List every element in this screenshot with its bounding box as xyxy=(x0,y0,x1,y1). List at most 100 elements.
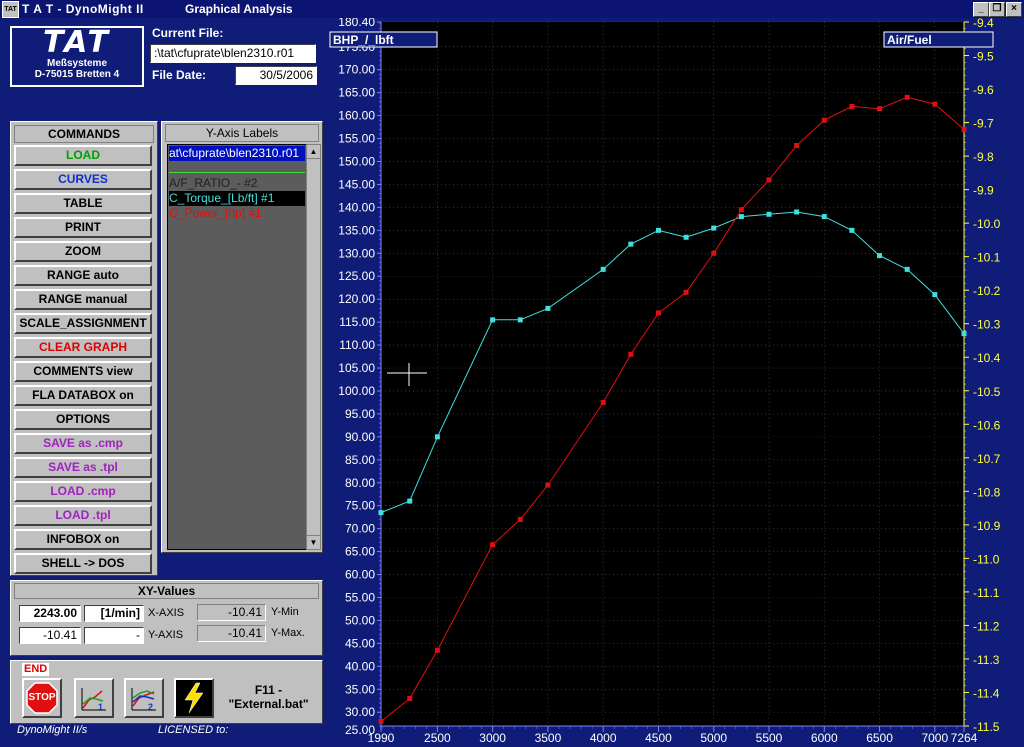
command-button-save-as-tpl[interactable]: SAVE as .tpl xyxy=(14,457,152,478)
restore-button[interactable]: ❐ xyxy=(989,2,1005,17)
command-button-load-cmp[interactable]: LOAD .cmp xyxy=(14,481,152,502)
right-tick-label: -10.5 xyxy=(973,385,1001,399)
left-tick-label: 115.00 xyxy=(339,315,375,329)
command-button-range-auto[interactable]: RANGE auto xyxy=(14,265,152,286)
title-bar: TAT T A T - DynoMight II Graphical Analy… xyxy=(0,0,1024,18)
chart-1-label: 1 xyxy=(98,702,104,712)
left-tick-label: 150.00 xyxy=(338,155,375,169)
series-0-point xyxy=(961,331,967,337)
close-button[interactable]: × xyxy=(1006,2,1022,17)
y-axis-label-item[interactable]: C_Power_[hp] #1 xyxy=(169,206,305,221)
file-date-field[interactable]: 30/5/2006 xyxy=(235,66,317,85)
series-1-point xyxy=(794,142,800,148)
series-1-point xyxy=(545,482,551,488)
right-tick-label: -9.9 xyxy=(973,184,994,198)
bottom-tick-label: 1990 xyxy=(368,731,395,744)
series-0-point xyxy=(821,214,827,220)
window-title: T A T - DynoMight II xyxy=(22,2,144,16)
f11-line2: "External.bat" xyxy=(228,697,309,711)
y-axis-label-item[interactable]: C_Torque_[Lb/ft] #1 xyxy=(169,191,305,206)
chart-2-button[interactable]: 2 xyxy=(124,678,164,718)
command-button-infobox-on[interactable]: INFOBOX on xyxy=(14,529,152,550)
series-0-point xyxy=(794,209,800,215)
series-1-point xyxy=(378,718,384,724)
series-0-point xyxy=(517,317,523,323)
external-bat-button[interactable] xyxy=(174,678,214,718)
series-1-point xyxy=(434,647,440,653)
x-unit-field[interactable]: [1/min] xyxy=(84,605,144,622)
command-button-shell-dos[interactable]: SHELL -> DOS xyxy=(14,553,152,574)
right-tick-label: -11.3 xyxy=(973,653,1000,667)
bottom-tick-label: 3000 xyxy=(479,731,506,744)
command-button-range-manual[interactable]: RANGE manual xyxy=(14,289,152,310)
left-tick-label: 125.00 xyxy=(338,269,375,283)
command-button-save-as-cmp[interactable]: SAVE as .cmp xyxy=(14,433,152,454)
left-tick-label: 85.00 xyxy=(345,453,375,467)
series-1-point xyxy=(932,101,938,107)
left-tick-label: 100.00 xyxy=(338,384,375,398)
bottom-tick-label: 6500 xyxy=(866,731,893,744)
y-axis-labels-panel: Y-Axis Labels at\cfuprate\blen2310.r01 A… xyxy=(161,121,323,553)
command-button-scale-assignment[interactable]: SCALE_ASSIGNMENT xyxy=(14,313,152,334)
commands-header: COMMANDS xyxy=(14,125,154,143)
current-file-field[interactable]: :\tat\cfuprate\blen2310.r01 xyxy=(150,44,316,63)
left-tick-label: 95.00 xyxy=(345,407,375,421)
command-button-load[interactable]: LOAD xyxy=(14,145,152,166)
minimize-button[interactable]: _ xyxy=(973,2,989,17)
f11-label: F11 - "External.bat" xyxy=(221,683,316,711)
left-tick-label: 170.00 xyxy=(338,63,375,77)
command-button-fla-databox-on[interactable]: FLA DATABOX on xyxy=(14,385,152,406)
bottom-tick-label: 6000 xyxy=(811,731,838,744)
right-tick-label: -10.0 xyxy=(973,217,1001,231)
left-tick-label: 75.00 xyxy=(345,499,375,513)
y-axis-labels-list[interactable]: at\cfuprate\blen2310.r01 A/F_RATIO_- #2 C… xyxy=(167,144,307,550)
lightning-icon xyxy=(184,682,204,714)
series-1-point xyxy=(738,207,744,213)
right-tick-label: -10.3 xyxy=(973,318,1001,332)
command-button-options[interactable]: OPTIONS xyxy=(14,409,152,430)
selected-file-item[interactable]: at\cfuprate\blen2310.r01 xyxy=(169,146,305,161)
chart-1-button[interactable]: 1 xyxy=(74,678,114,718)
scroll-up-button[interactable]: ▲ xyxy=(307,145,320,159)
right-tick-label: -10.9 xyxy=(973,519,1001,533)
right-tick-label: -10.2 xyxy=(973,284,1001,298)
command-button-print[interactable]: PRINT xyxy=(14,217,152,238)
right-tick-label: -11.0 xyxy=(973,552,1000,566)
bottom-tick-label: 5500 xyxy=(756,731,783,744)
y-unit-field[interactable]: - xyxy=(84,627,144,644)
graph-area[interactable]: 180.40175.00170.00165.00160.00155.00150.… xyxy=(327,15,1024,745)
bottom-tick-label: 7264 xyxy=(951,731,978,744)
y-axis-label-item[interactable]: A/F_RATIO_- #2 xyxy=(169,176,305,191)
command-button-clear-graph[interactable]: CLEAR GRAPH xyxy=(14,337,152,358)
commands-panel: COMMANDS LOAD CURVES TABLE PRINT ZOOM RANGE a… xyxy=(10,121,158,576)
x-value-field[interactable]: 2243.00 xyxy=(19,605,81,622)
left-tick-label: 160.00 xyxy=(338,109,375,123)
logo-line2: D-75015 Bretten 4 xyxy=(34,69,120,80)
footer-license: LICENSED to: xyxy=(158,724,229,736)
command-button-load-tpl[interactable]: LOAD .tpl xyxy=(14,505,152,526)
y-value-field[interactable]: -10.41 xyxy=(19,627,81,644)
command-button-zoom[interactable]: ZOOM xyxy=(14,241,152,262)
series-0-point xyxy=(600,266,606,272)
right-tick-label: -10.6 xyxy=(973,418,1001,432)
chart-svg[interactable]: 180.40175.00170.00165.00160.00155.00150.… xyxy=(327,15,1024,745)
command-button-table[interactable]: TABLE xyxy=(14,193,152,214)
y-axis-labels-scrollbar[interactable]: ▲ ▼ xyxy=(306,144,321,550)
series-1-point xyxy=(961,126,967,132)
end-label: END xyxy=(22,663,50,676)
series-0-point xyxy=(877,253,883,259)
command-button-curves[interactable]: CURVES xyxy=(14,169,152,190)
left-tick-label: 65.00 xyxy=(345,545,375,559)
y-min-value: -10.41 xyxy=(197,604,266,621)
stop-button[interactable]: STOP xyxy=(22,678,62,718)
bottom-tick-label: 4500 xyxy=(645,731,672,744)
right-tick-label: -9.8 xyxy=(973,150,994,164)
scroll-down-button[interactable]: ▼ xyxy=(307,535,320,549)
series-0-point xyxy=(711,225,717,231)
logo-brand: TAT xyxy=(43,25,111,60)
app-icon[interactable]: TAT xyxy=(2,1,19,18)
command-button-comments-view[interactable]: COMMENTS view xyxy=(14,361,152,382)
right-tick-label: -9.7 xyxy=(973,117,994,131)
chart-1-icon xyxy=(81,688,106,711)
left-tick-label: 145.00 xyxy=(338,177,375,191)
